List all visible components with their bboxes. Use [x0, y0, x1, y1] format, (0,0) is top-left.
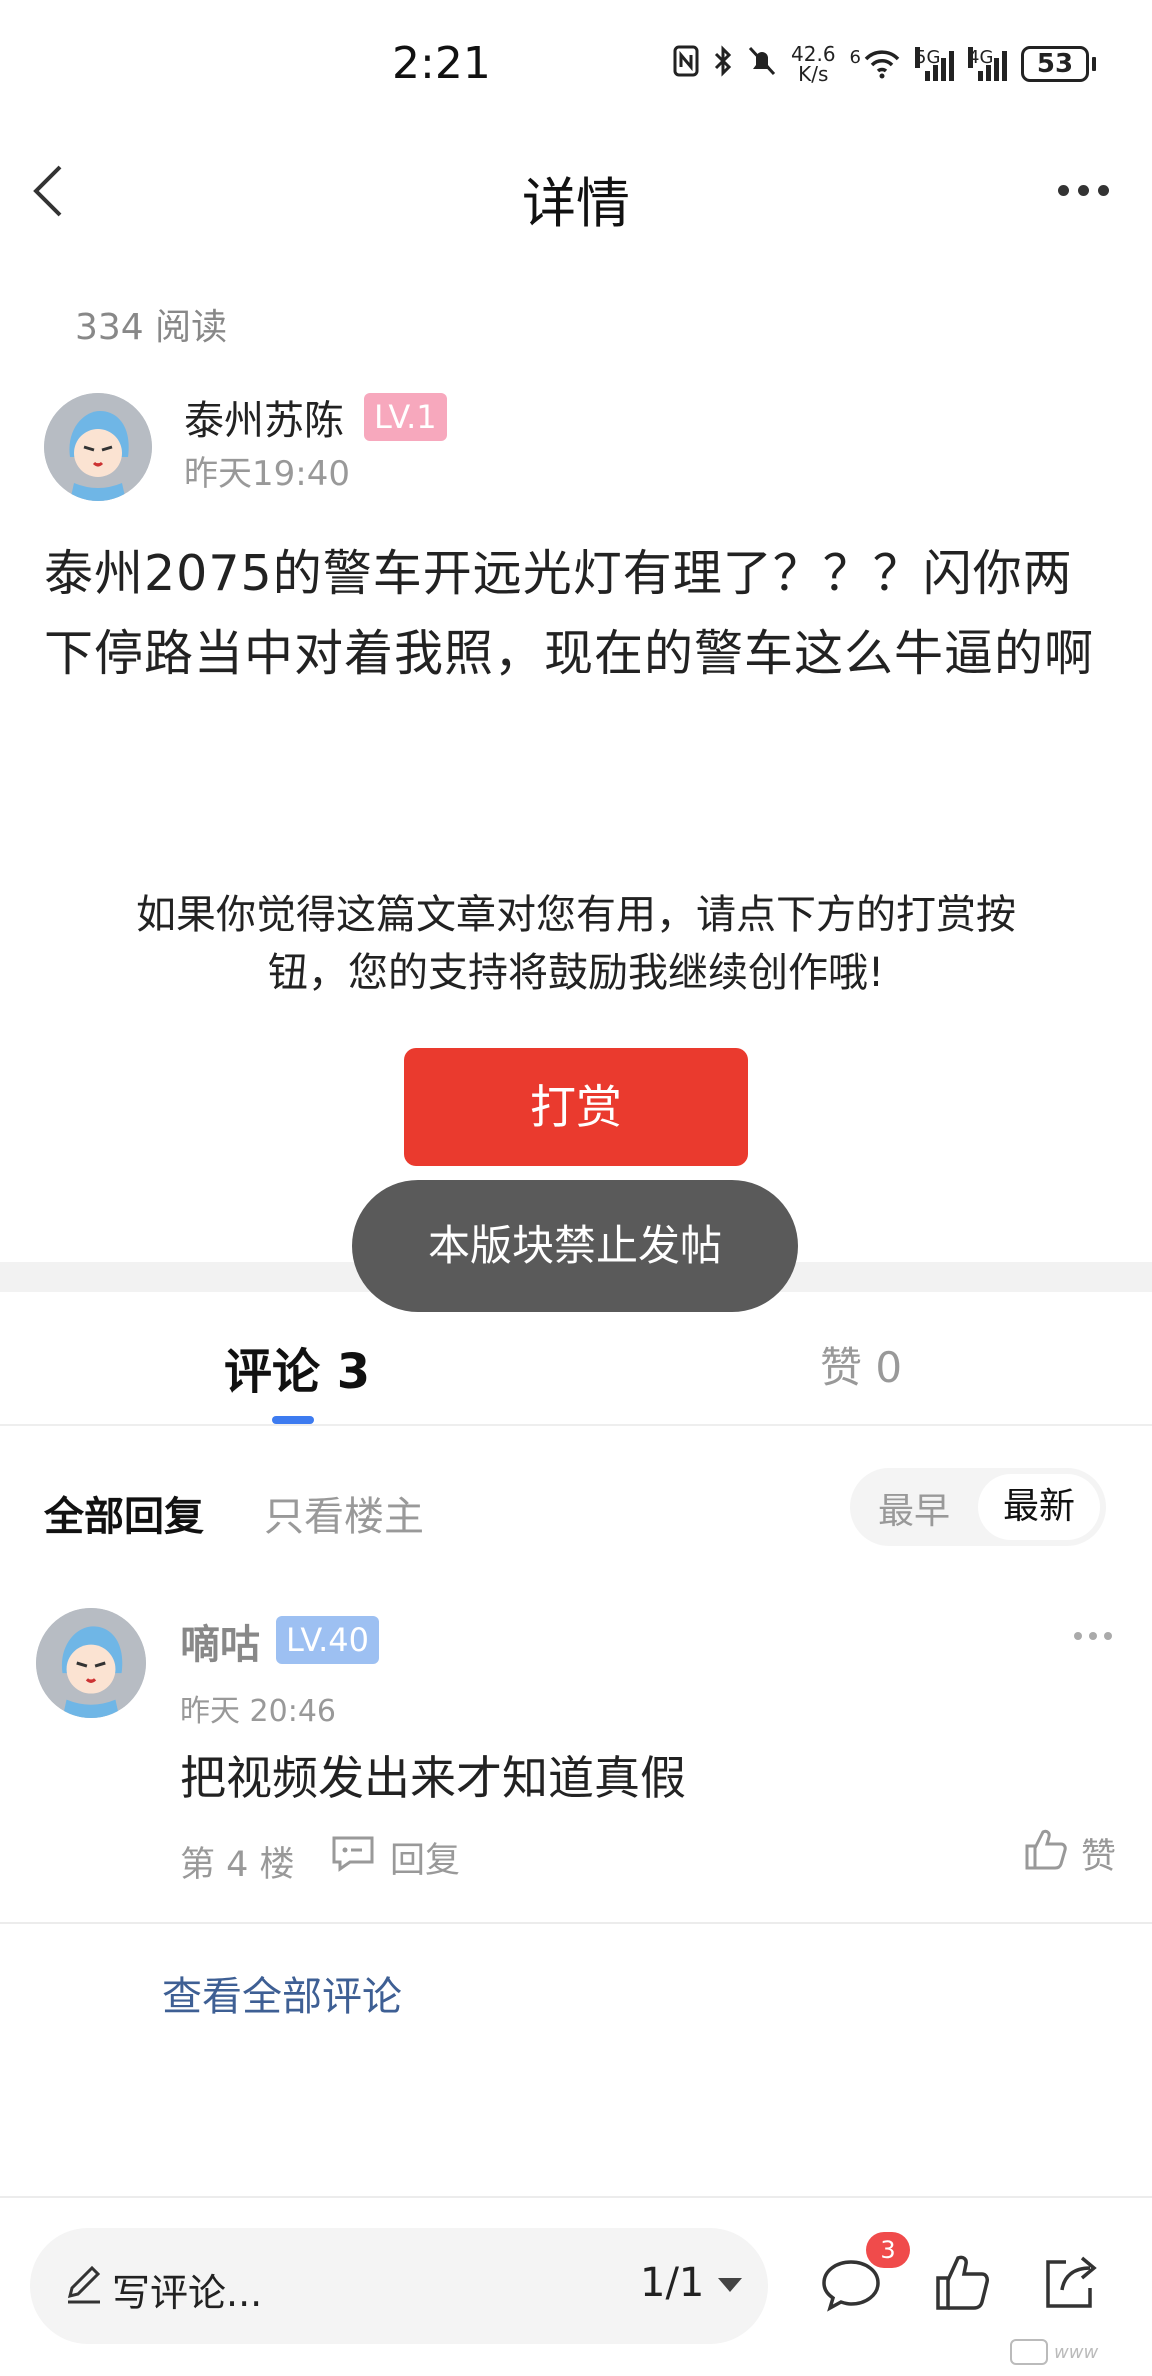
author-name[interactable]: 泰州苏陈 [184, 388, 344, 446]
comment-like-button[interactable]: 赞 [1023, 1826, 1116, 1881]
wifi-label: 6 [849, 47, 861, 68]
wifi-icon: 6 [850, 49, 901, 79]
nav-bar: 详情 [0, 135, 1152, 255]
page-title: 详情 [522, 172, 630, 235]
commenter-level-badge: LV.40 [276, 1616, 379, 1664]
view-all-comments-link[interactable]: 查看全部评论 [162, 1964, 402, 2022]
comment-reply-button[interactable]: 回复 [330, 1832, 460, 1883]
page-dropdown-icon[interactable] [718, 2278, 742, 2292]
comment-floor: 第 4 楼 [180, 1845, 295, 1885]
battery-level: 53 [1021, 46, 1089, 82]
sort-earliest[interactable]: 最早 [878, 1482, 950, 1534]
tab-indicator [272, 1416, 314, 1424]
reward-button[interactable]: 打赏 [404, 1048, 748, 1166]
signal-5g-label: 5G [915, 47, 941, 68]
network-speed: 42.6 K/s [791, 44, 836, 84]
signal-4g-label: 4G [968, 47, 994, 68]
network-speed-value: 42.6 [791, 42, 836, 66]
thumbs-up-icon [1023, 1826, 1069, 1881]
battery-icon: 53 [1021, 46, 1096, 82]
nfc-icon [673, 45, 699, 83]
reply-icon [330, 1834, 376, 1881]
pencil-icon [62, 2262, 106, 2306]
mute-icon [747, 45, 777, 83]
status-icons: 42.6 K/s 6 5G 4G 53 [673, 44, 1096, 84]
sort-latest[interactable]: 最新 [978, 1474, 1100, 1540]
bottom-bar-divider [0, 2196, 1152, 2198]
comment-input-placeholder: 写评论... [112, 2271, 263, 2315]
signal-4g-icon: 4G [968, 47, 1007, 81]
comment-text: 把视频发出来才知道真假 [180, 1751, 686, 1805]
comment-more-icon[interactable] [1074, 1632, 1112, 1640]
page-indicator[interactable]: 1/1 [640, 2260, 704, 2306]
more-icon[interactable] [1058, 175, 1118, 205]
like-icon[interactable] [930, 2250, 996, 2316]
tab-comments[interactable]: 评论 3 [224, 1332, 370, 1402]
read-count: 334 阅读 [75, 307, 228, 348]
comment-input[interactable]: 写评论... 1/1 [30, 2228, 768, 2344]
reward-prompt: 如果你觉得这篇文章对您有用，请点下方的打赏按钮，您的支持将鼓励我继续创作哦! [136, 892, 1016, 996]
commenter-name[interactable]: 嘀咕 [180, 1612, 260, 1670]
tabs: 评论 3 赞 0 [0, 1292, 1152, 1426]
comment-time: 昨天 20:46 [180, 1694, 336, 1729]
filter-all-replies[interactable]: 全部回复 [44, 1484, 204, 1542]
tab-likes[interactable]: 赞 0 [820, 1334, 902, 1395]
watermark-logo: www [1010, 2336, 1140, 2368]
bluetooth-icon [713, 45, 733, 83]
comment-divider [0, 1922, 1152, 1924]
network-speed-unit: K/s [798, 62, 829, 86]
signal-5g-icon: 5G [915, 47, 954, 81]
commenter-avatar[interactable] [36, 1608, 146, 1718]
post-time: 昨天19:40 [184, 454, 350, 494]
author-avatar[interactable] [44, 393, 152, 501]
share-icon[interactable] [1036, 2250, 1102, 2316]
comment-reply-label: 回复 [390, 1841, 461, 1881]
toast-message: 本版块禁止发帖 [352, 1180, 798, 1312]
filter-op-only[interactable]: 只看楼主 [264, 1484, 424, 1542]
sort-toggle: 最早 最新 [850, 1468, 1106, 1546]
status-bar: 2:21 42.6 K/s 6 5G 4G 53 [0, 0, 1152, 135]
comment-like-label: 赞 [1080, 1837, 1116, 1877]
post-content: 泰州2075的警车开远光灯有理了？？？闪你两下停路当中对着我照，现在的警车这么牛… [44, 545, 1095, 682]
status-time: 2:21 [392, 38, 491, 89]
author-level-badge: LV.1 [364, 393, 447, 441]
comment-count-badge: 3 [866, 2232, 910, 2268]
